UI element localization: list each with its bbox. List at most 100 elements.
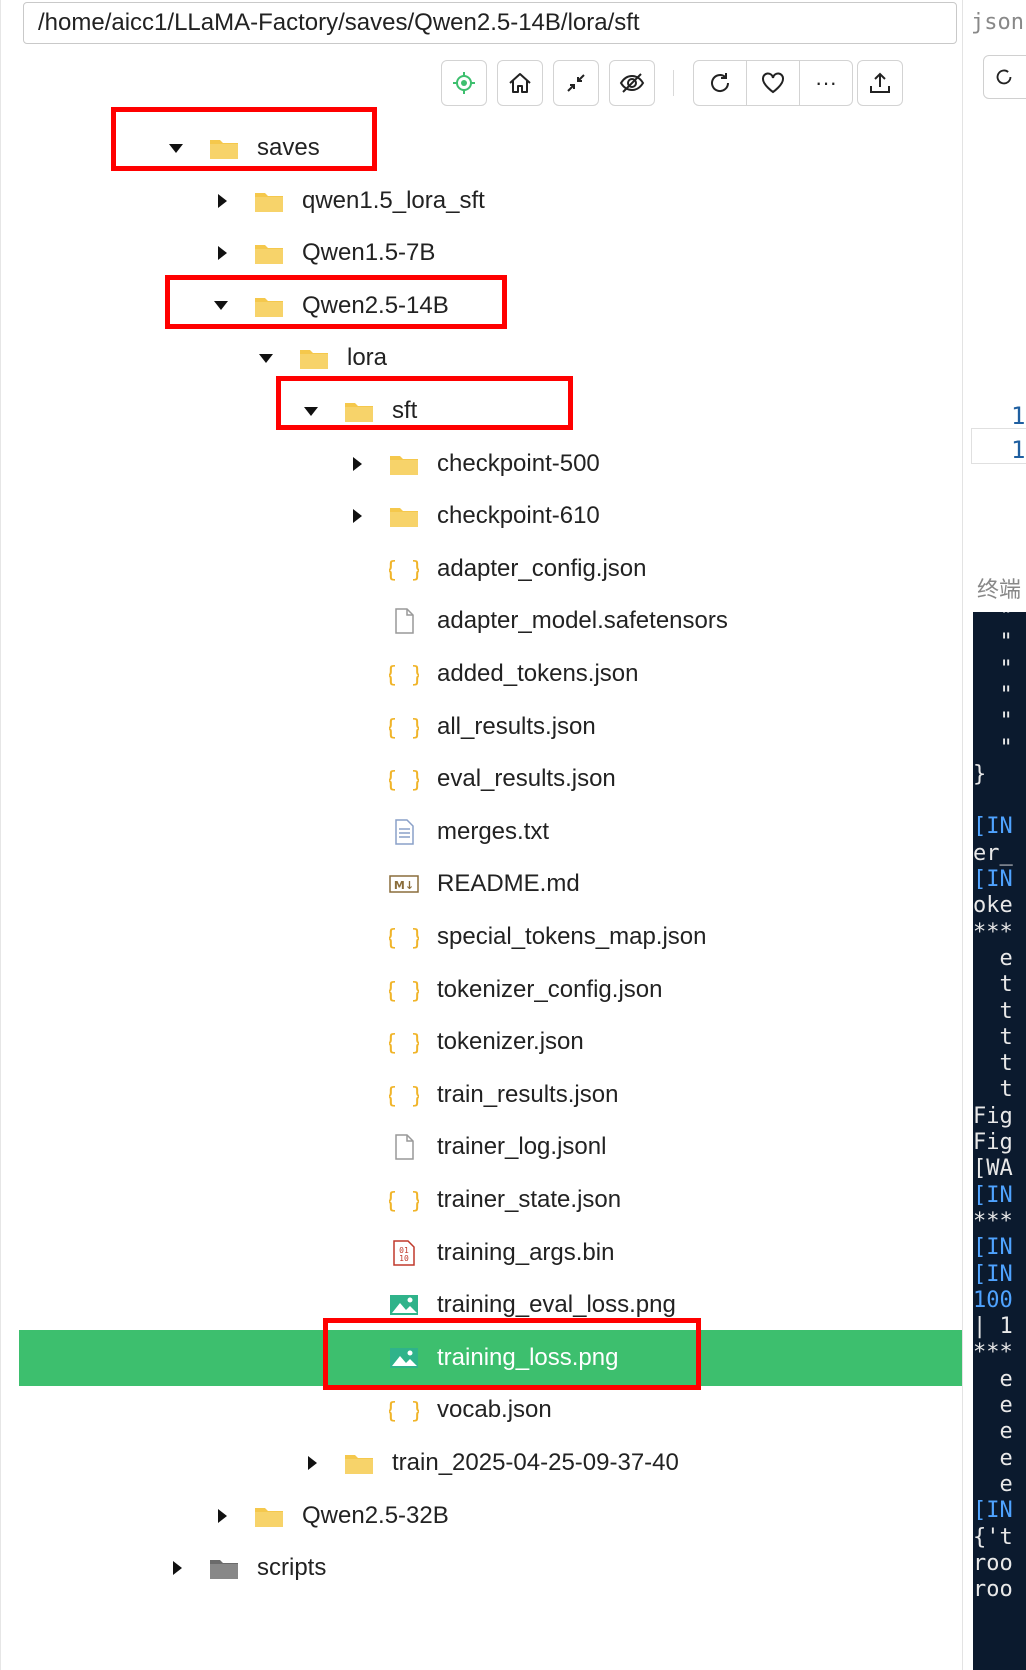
terminal-line: e bbox=[973, 1393, 1013, 1418]
file-row-eval-results-json[interactable]: { } eval_results.json bbox=[19, 751, 963, 807]
chevron-down-icon[interactable] bbox=[304, 406, 318, 416]
file-row-added-tokens-json[interactable]: { } added_tokens.json bbox=[19, 646, 963, 702]
terminal-line: e bbox=[973, 1445, 1013, 1471]
file-row-trainer-state-json[interactable]: { } trainer_state.json bbox=[19, 1172, 963, 1228]
locate-button[interactable] bbox=[441, 60, 487, 106]
refresh-button[interactable] bbox=[694, 61, 746, 105]
tree-item-label: checkpoint-500 bbox=[437, 449, 600, 477]
svg-text:{ }: { } bbox=[389, 1399, 419, 1423]
folder-icon bbox=[255, 297, 283, 317]
folder-icon bbox=[345, 1455, 373, 1474]
chevron-right-icon[interactable] bbox=[218, 246, 227, 261]
tree-item-label: train_results.json bbox=[437, 1080, 619, 1108]
collapse-button[interactable] bbox=[553, 60, 599, 106]
folder-row-lora[interactable]: lora bbox=[19, 330, 963, 386]
folder-icon bbox=[210, 1560, 238, 1580]
file-row-tokenizer-json[interactable]: { } tokenizer.json bbox=[19, 1014, 963, 1070]
tree-item-label: tokenizer_config.json bbox=[437, 975, 663, 1003]
folder-row-qwen2-5-14b[interactable]: Qwen2.5-14B bbox=[19, 278, 963, 334]
toolbar-divider bbox=[673, 70, 674, 96]
folder-row-saves[interactable]: saves bbox=[19, 120, 963, 176]
terminal-line: [IN bbox=[973, 814, 1013, 840]
file-row-adapter-config-json[interactable]: { } adapter_config.json bbox=[19, 541, 963, 597]
svg-text:{ }: { } bbox=[389, 1031, 419, 1055]
tree-item-label: scripts bbox=[257, 1554, 327, 1582]
svg-text:{ }: { } bbox=[389, 979, 419, 1003]
tree-item-label: merges.txt bbox=[437, 817, 550, 845]
file-row-vocab-json[interactable]: { } vocab.json bbox=[19, 1382, 963, 1438]
terminal-line: t bbox=[973, 1024, 1013, 1050]
terminal-line: *** bbox=[973, 919, 1013, 945]
folder-icon bbox=[345, 403, 373, 422]
tree-item-label: README.md bbox=[437, 870, 580, 898]
terminal-tab[interactable]: 终端 bbox=[977, 572, 1021, 604]
folder-row-qwen1-5-lora-sft[interactable]: qwen1.5_lora_sft bbox=[19, 173, 963, 229]
terminal-line: 100 bbox=[973, 1287, 1013, 1313]
json-icon: { } bbox=[389, 716, 419, 740]
json-icon: { } bbox=[389, 1189, 419, 1213]
file-row-training-loss-png[interactable]: training_loss.png bbox=[19, 1329, 963, 1386]
folder-icon bbox=[255, 192, 283, 212]
chevron-right-icon[interactable] bbox=[353, 509, 362, 524]
more-button[interactable]: ··· bbox=[799, 61, 852, 105]
json-icon: { } bbox=[389, 558, 419, 582]
file-row-train-results-json[interactable]: { } train_results.json bbox=[19, 1067, 963, 1123]
chevron-right-icon[interactable] bbox=[308, 1456, 317, 1470]
file-row-readme-md[interactable]: M↓ README.md bbox=[19, 856, 963, 912]
file-row-merges-txt[interactable]: merges.txt bbox=[19, 804, 963, 860]
tree-item-label: added_tokens.json bbox=[437, 660, 639, 687]
folder-row-qwen2-5-32b[interactable]: Qwen2.5-32B bbox=[19, 1488, 963, 1544]
file-row-training-eval-loss-png[interactable]: training_eval_loss.png bbox=[19, 1277, 963, 1333]
text-icon bbox=[395, 819, 414, 845]
terminal-line: er_ bbox=[973, 840, 1013, 866]
svg-text:{ }: { } bbox=[389, 1189, 419, 1213]
editor-refresh-button[interactable] bbox=[983, 55, 1026, 99]
json-icon: { } bbox=[389, 663, 419, 687]
chevron-right-icon[interactable] bbox=[173, 1561, 182, 1576]
terminal-line: oke bbox=[973, 893, 1013, 919]
folder-row-train-2025-04-25-09-37-40[interactable]: train_2025-04-25-09-37-40 bbox=[19, 1435, 963, 1491]
terminal-line: roo bbox=[973, 1577, 1013, 1603]
terminal-line: [IN bbox=[973, 1235, 1013, 1261]
tree-item-label: special_tokens_map.json bbox=[437, 923, 707, 950]
terminal-line: | 1 bbox=[973, 1314, 1013, 1340]
file-row-adapter-model-safetensors[interactable]: adapter_model.safetensors bbox=[19, 593, 963, 649]
svg-text:{ }: { } bbox=[389, 768, 419, 792]
file-row-all-results-json[interactable]: { } all_results.json bbox=[19, 699, 963, 755]
path-input[interactable]: /home/aicc1/LLaMA-Factory/saves/Qwen2.5-… bbox=[23, 2, 957, 44]
svg-text:{ }: { } bbox=[389, 663, 419, 687]
file-icon bbox=[395, 608, 414, 635]
file-row-special-tokens-map-json[interactable]: { } special_tokens_map.json bbox=[19, 909, 963, 965]
terminal-line: " bbox=[973, 735, 1013, 761]
tree-item-label: train_2025-04-25-09-37-40 bbox=[392, 1449, 679, 1476]
terminal-line: e bbox=[973, 1366, 1013, 1392]
terminal-line: roo bbox=[973, 1550, 1013, 1576]
home-icon bbox=[509, 73, 531, 93]
chevron-right-icon[interactable] bbox=[353, 456, 362, 471]
terminal-output[interactable]: " " " " " "} [IN er_ [IN oke *** e t t t t tF… bbox=[973, 612, 1026, 1670]
file-row-trainer-log-jsonl[interactable]: trainer_log.jsonl bbox=[19, 1119, 963, 1175]
folder-row-scripts[interactable]: scripts bbox=[19, 1540, 963, 1596]
terminal-line: " bbox=[973, 630, 1013, 656]
chevron-down-icon[interactable] bbox=[169, 143, 183, 153]
chevron-right-icon[interactable] bbox=[218, 193, 227, 208]
editor-tab[interactable]: json bbox=[971, 10, 1024, 35]
tree-item-label: training_eval_loss.png bbox=[437, 1291, 676, 1319]
chevron-down-icon[interactable] bbox=[214, 301, 228, 311]
json-icon: { } bbox=[389, 926, 419, 950]
file-row-training-args-bin[interactable]: 01 10 training_args.bin bbox=[19, 1225, 963, 1281]
chevron-right-icon[interactable] bbox=[218, 1508, 227, 1523]
chevron-down-icon[interactable] bbox=[259, 353, 273, 363]
folder-row-sft[interactable]: sft bbox=[19, 383, 963, 439]
home-button[interactable] bbox=[497, 60, 543, 106]
folder-row-checkpoint-610[interactable]: checkpoint-610 bbox=[19, 488, 963, 544]
upload-button[interactable] bbox=[857, 60, 903, 106]
line-number: 1 bbox=[1011, 436, 1026, 464]
file-row-tokenizer-config-json[interactable]: { } tokenizer_config.json bbox=[19, 962, 963, 1018]
favorite-button[interactable] bbox=[746, 61, 799, 105]
folder-icon bbox=[390, 508, 418, 528]
hide-button[interactable] bbox=[609, 60, 655, 106]
folder-row-checkpoint-500[interactable]: checkpoint-500 bbox=[19, 436, 963, 492]
folder-row-qwen1-5-7b[interactable]: Qwen1.5-7B bbox=[19, 225, 963, 281]
tree-item-label: adapter_config.json bbox=[437, 554, 647, 582]
